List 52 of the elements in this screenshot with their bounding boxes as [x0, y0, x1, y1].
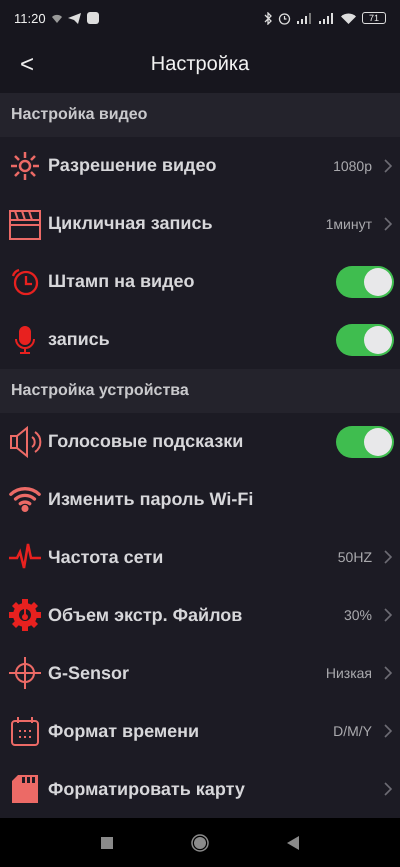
wifi-icon	[341, 12, 356, 24]
setting-value: 1минут	[326, 216, 372, 232]
setting-label: Цикличная запись	[48, 213, 214, 234]
back-nav-button[interactable]	[287, 836, 299, 850]
setting-label: Голосовые подсказки	[48, 431, 244, 452]
chevron-right-icon	[384, 216, 392, 231]
crosshair-icon	[8, 656, 42, 690]
gear-icon	[8, 598, 42, 632]
section-title: Настройка устройства	[11, 382, 189, 400]
screen-title: Настройка	[150, 53, 250, 76]
clock: 11:20	[14, 10, 46, 26]
memory-card-icon	[10, 773, 40, 806]
wifi-icon	[8, 484, 42, 514]
setting-label: Объем экстр. Файлов	[48, 604, 244, 626]
alarm-clock-icon	[10, 266, 40, 297]
chevron-right-icon	[384, 782, 392, 796]
sun-icon	[10, 150, 40, 181]
bluetooth-icon	[264, 12, 272, 24]
home-button[interactable]	[191, 834, 209, 852]
paper-plane-icon	[68, 12, 81, 24]
chevron-right-icon	[384, 608, 392, 622]
back-button[interactable]: <	[12, 50, 42, 78]
setting-label: Формат времени	[48, 720, 200, 742]
toggle-switch[interactable]	[336, 426, 394, 458]
setting-value: Низкая	[326, 665, 372, 682]
setting-label: Форматировать карту	[48, 778, 246, 800]
chevron-right-icon	[384, 666, 392, 680]
toggle-switch[interactable]	[336, 324, 394, 356]
setting-label: Разрешение видео	[48, 155, 218, 176]
setting-value: 50HZ	[338, 549, 372, 566]
chevron-right-icon	[384, 724, 392, 738]
app-icon	[86, 12, 99, 24]
setting-label: Изменить пароль Wi-Fi	[48, 488, 254, 510]
signal-icon	[297, 12, 313, 24]
battery-level: 71	[362, 12, 386, 24]
wifi-icon	[52, 14, 62, 22]
recents-button[interactable]	[101, 836, 113, 848]
signal-icon	[319, 12, 335, 24]
chevron-right-icon	[384, 550, 392, 564]
setting-label: Частота сети	[48, 546, 164, 568]
setting-value: 1080p	[333, 158, 372, 174]
section-title: Настройка видео	[11, 106, 148, 124]
chevron-right-icon	[384, 158, 392, 173]
toggle-switch[interactable]	[336, 266, 394, 298]
setting-label: Штамп на видео	[48, 271, 196, 292]
calendar-icon	[9, 715, 41, 748]
speaker-icon	[8, 424, 42, 459]
setting-value: 30%	[344, 607, 372, 624]
setting-label: G-Sensor	[48, 662, 130, 684]
alarm-icon	[278, 12, 291, 24]
setting-value: D/M/Y	[333, 723, 372, 740]
setting-label: запись	[48, 329, 111, 350]
